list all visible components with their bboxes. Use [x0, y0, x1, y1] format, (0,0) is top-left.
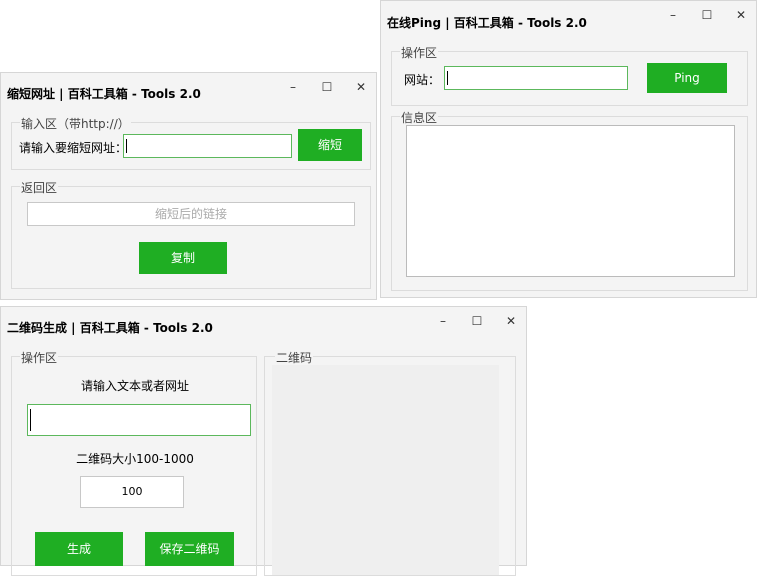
- generate-button[interactable]: 生成: [35, 532, 123, 566]
- qr-image-area: [272, 365, 499, 575]
- window-title: 缩短网址 | 百科工具箱 - Tools 2.0: [7, 87, 201, 101]
- qr-group: 二维码: [264, 349, 516, 576]
- text-caret: [30, 409, 31, 431]
- minimize-button[interactable]: –: [663, 7, 683, 23]
- size-input[interactable]: 100: [80, 476, 184, 508]
- window-title: 在线Ping | 百科工具箱 - Tools 2.0: [387, 16, 587, 30]
- maximize-button[interactable]: ☐: [467, 313, 487, 329]
- group-label: 信息区: [400, 109, 439, 126]
- close-button[interactable]: ✕: [731, 7, 751, 23]
- return-group: 返回区 缩短后的链接 复制: [11, 179, 371, 289]
- group-label: 输入区（带http://）: [20, 115, 131, 132]
- info-textarea[interactable]: [406, 125, 735, 277]
- result-field[interactable]: 缩短后的链接: [27, 202, 355, 226]
- maximize-button[interactable]: ☐: [317, 79, 337, 95]
- text-input[interactable]: [27, 404, 251, 436]
- group-label: 返回区: [20, 179, 59, 196]
- ops-group: 操作区 网站： Ping: [391, 44, 748, 106]
- site-input[interactable]: [444, 66, 628, 90]
- minimize-button[interactable]: –: [283, 79, 303, 95]
- group-label: 操作区: [20, 349, 59, 366]
- url-label: 请输入要缩短网址：: [19, 141, 128, 155]
- maximize-button[interactable]: ☐: [697, 7, 717, 23]
- text-caret: [447, 71, 448, 85]
- info-group: 信息区: [391, 109, 748, 291]
- close-button[interactable]: ✕: [351, 79, 371, 95]
- window-title: 二维码生成 | 百科工具箱 - Tools 2.0: [7, 321, 213, 335]
- shorten-button[interactable]: 缩短: [298, 129, 362, 161]
- copy-button[interactable]: 复制: [139, 242, 227, 274]
- size-label: 二维码大小100-1000: [76, 452, 194, 466]
- ping-window: 在线Ping | 百科工具箱 - Tools 2.0 – ☐ ✕ 操作区 网站：…: [380, 0, 757, 298]
- close-button[interactable]: ✕: [501, 313, 521, 329]
- qr-window: 二维码生成 | 百科工具箱 - Tools 2.0 – ☐ ✕ 操作区 请输入文…: [0, 306, 527, 576]
- shorten-window: 缩短网址 | 百科工具箱 - Tools 2.0 – ☐ ✕ 输入区（带http…: [0, 72, 377, 300]
- input-group: 输入区（带http://） 请输入要缩短网址： 缩短: [11, 115, 371, 170]
- text-caret: [126, 139, 127, 153]
- site-label: 网站：: [404, 73, 441, 87]
- ping-button[interactable]: Ping: [647, 63, 727, 93]
- minimize-button[interactable]: –: [433, 313, 453, 329]
- group-label: 操作区: [400, 44, 439, 61]
- group-label: 二维码: [275, 349, 314, 366]
- url-input[interactable]: [123, 134, 292, 158]
- ops-group: 操作区 请输入文本或者网址 二维码大小100-1000 100 生成 保存二维码: [11, 349, 257, 576]
- text-label: 请输入文本或者网址: [80, 379, 189, 393]
- save-qr-button[interactable]: 保存二维码: [145, 532, 234, 566]
